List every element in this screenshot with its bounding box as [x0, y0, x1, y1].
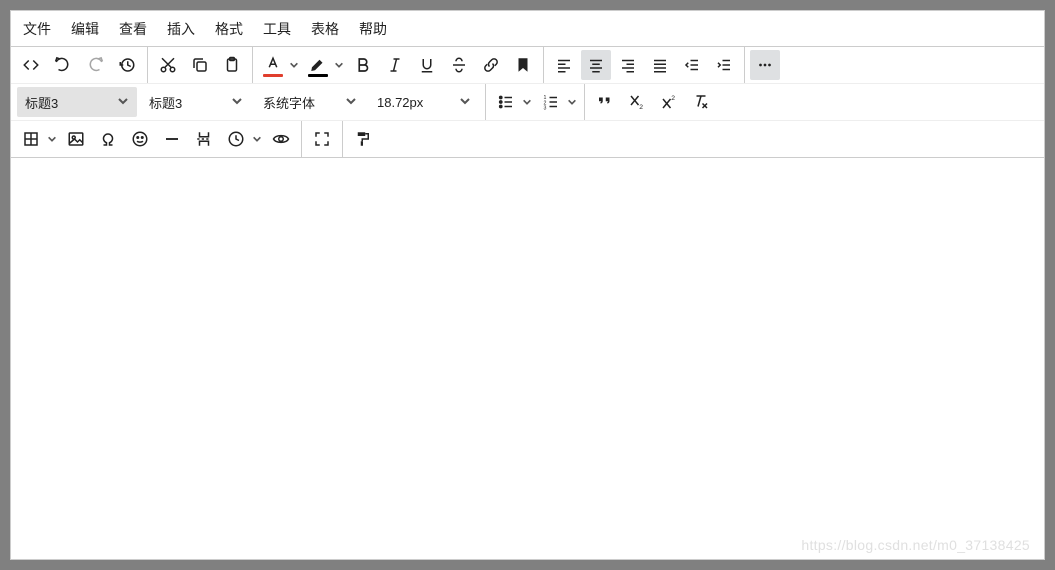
- fullscreen-button[interactable]: [307, 124, 337, 154]
- outdent-button[interactable]: [677, 50, 707, 80]
- number-list-button[interactable]: 123: [536, 87, 566, 117]
- cut-button[interactable]: [153, 50, 183, 80]
- toolbar-row-2: 标题3 标题3 系统字体 18.72px: [11, 84, 1044, 121]
- redo-button[interactable]: [80, 50, 110, 80]
- horizontal-rule-button[interactable]: [157, 124, 187, 154]
- blockquote-button[interactable]: [590, 87, 620, 117]
- highlight-color-button[interactable]: [303, 50, 333, 80]
- clear-format-button[interactable]: [686, 87, 716, 117]
- menu-edit[interactable]: 编辑: [61, 13, 109, 45]
- heading-select[interactable]: 标题3: [141, 87, 251, 117]
- indent-button[interactable]: [709, 50, 739, 80]
- menubar: 文件 编辑 查看 插入 格式 工具 表格 帮助: [11, 11, 1044, 47]
- preview-button[interactable]: [266, 124, 296, 154]
- menu-format[interactable]: 格式: [205, 13, 253, 45]
- heading-label: 标题3: [149, 93, 231, 112]
- image-button[interactable]: [61, 124, 91, 154]
- font-family-select[interactable]: 系统字体: [255, 87, 365, 117]
- menu-view[interactable]: 查看: [109, 13, 157, 45]
- align-justify-button[interactable]: [645, 50, 675, 80]
- underline-button[interactable]: [412, 50, 442, 80]
- bold-button[interactable]: [348, 50, 378, 80]
- chevron-down-icon: [459, 95, 471, 110]
- table-button[interactable]: [16, 124, 46, 154]
- toolbar-row-3: [11, 121, 1044, 157]
- svg-text:2: 2: [671, 95, 675, 102]
- paste-button[interactable]: [217, 50, 247, 80]
- text-color-dropdown[interactable]: [287, 50, 301, 80]
- datetime-dropdown[interactable]: [250, 124, 264, 154]
- align-center-button[interactable]: [581, 50, 611, 80]
- svg-text:3: 3: [544, 106, 547, 112]
- watermark-text: https://blog.csdn.net/m0_37138425: [801, 537, 1030, 553]
- toolbar-row-1: [11, 47, 1044, 84]
- menu-table[interactable]: 表格: [301, 13, 349, 45]
- text-color-swatch: [263, 74, 283, 77]
- format-painter-button[interactable]: [348, 124, 378, 154]
- editor-frame: 文件 编辑 查看 插入 格式 工具 表格 帮助: [10, 10, 1045, 560]
- chevron-down-icon: [117, 95, 129, 110]
- italic-button[interactable]: [380, 50, 410, 80]
- source-code-button[interactable]: [16, 50, 46, 80]
- block-format-label: 标题3: [25, 93, 117, 112]
- emoji-button[interactable]: [125, 124, 155, 154]
- datetime-button[interactable]: [221, 124, 251, 154]
- toolbar: 标题3 标题3 系统字体 18.72px: [11, 47, 1044, 158]
- align-right-button[interactable]: [613, 50, 643, 80]
- highlight-color-dropdown[interactable]: [332, 50, 346, 80]
- link-button[interactable]: [476, 50, 506, 80]
- strikethrough-button[interactable]: [444, 50, 474, 80]
- bookmark-button[interactable]: [508, 50, 538, 80]
- block-format-select[interactable]: 标题3: [17, 87, 137, 117]
- bullet-list-dropdown[interactable]: [520, 87, 534, 117]
- table-dropdown[interactable]: [45, 124, 59, 154]
- align-left-button[interactable]: [549, 50, 579, 80]
- chevron-down-icon: [231, 95, 243, 110]
- undo-button[interactable]: [48, 50, 78, 80]
- superscript-button[interactable]: 2: [654, 87, 684, 117]
- page-break-button[interactable]: [189, 124, 219, 154]
- copy-button[interactable]: [185, 50, 215, 80]
- special-char-button[interactable]: [93, 124, 123, 154]
- number-list-dropdown[interactable]: [565, 87, 579, 117]
- font-family-label: 系统字体: [263, 93, 345, 112]
- chevron-down-icon: [345, 95, 357, 110]
- editor-content[interactable]: https://blog.csdn.net/m0_37138425: [11, 158, 1044, 559]
- bullet-list-button[interactable]: [491, 87, 521, 117]
- menu-help[interactable]: 帮助: [349, 13, 397, 45]
- menu-insert[interactable]: 插入: [157, 13, 205, 45]
- menu-file[interactable]: 文件: [13, 13, 61, 45]
- menu-tools[interactable]: 工具: [253, 13, 301, 45]
- font-size-label: 18.72px: [377, 95, 459, 110]
- highlight-color-swatch: [308, 74, 328, 77]
- svg-text:2: 2: [639, 104, 643, 111]
- more-button[interactable]: [750, 50, 780, 80]
- subscript-button[interactable]: 2: [622, 87, 652, 117]
- text-color-button[interactable]: [258, 50, 288, 80]
- font-size-select[interactable]: 18.72px: [369, 87, 479, 117]
- history-button[interactable]: [112, 50, 142, 80]
